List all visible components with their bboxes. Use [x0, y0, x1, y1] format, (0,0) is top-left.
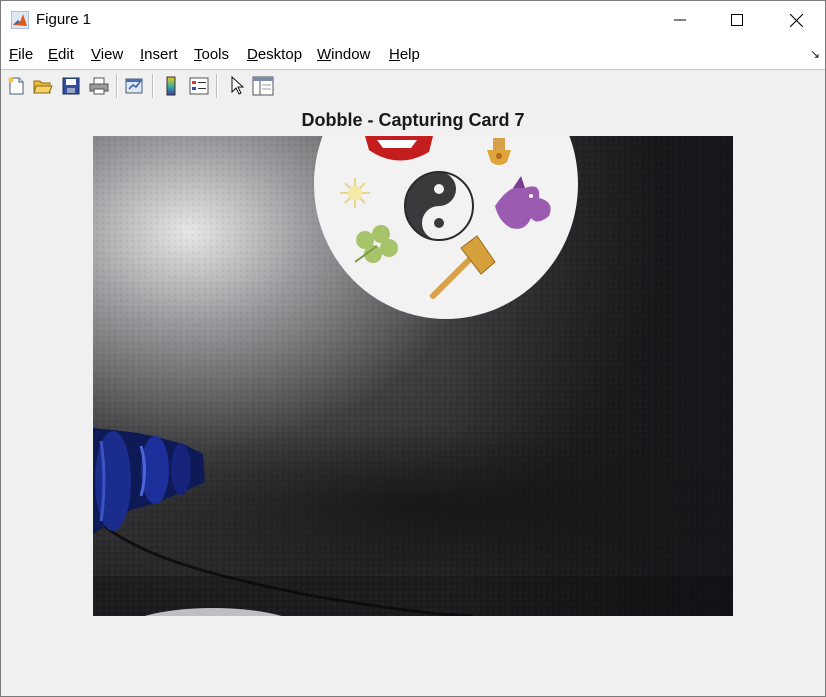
- menu-help[interactable]: Help: [389, 46, 420, 63]
- new-figure-button[interactable]: [5, 75, 27, 97]
- webcam-photo: [93, 136, 733, 616]
- print-button[interactable]: [88, 75, 110, 97]
- open-file-button[interactable]: [32, 75, 54, 97]
- menu-bar: File Edit View Insert Tools Desktop Wind…: [1, 39, 825, 69]
- menu-window[interactable]: Window: [317, 46, 370, 63]
- link-plot-icon: [125, 78, 143, 94]
- menu-insert[interactable]: Insert: [140, 46, 178, 63]
- title-bar: Figure 1: [1, 1, 825, 39]
- toolbar-separator: [152, 74, 154, 98]
- open-file-icon: [33, 80, 53, 94]
- close-icon: [789, 13, 803, 27]
- save-button[interactable]: [60, 75, 82, 97]
- save-icon: [62, 77, 80, 95]
- menu-tools[interactable]: Tools: [194, 46, 229, 63]
- menu-desktop[interactable]: Desktop: [247, 46, 302, 63]
- menu-file[interactable]: File: [9, 46, 33, 63]
- webcam-image: [93, 136, 733, 616]
- window-title: Figure 1: [36, 11, 92, 28]
- matlab-logo-icon: [10, 10, 30, 30]
- insert-legend-icon: [189, 77, 209, 95]
- new-figure-icon: [8, 77, 24, 95]
- menu-view[interactable]: View: [91, 46, 123, 63]
- link-plot-button[interactable]: [123, 75, 145, 97]
- maximize-icon: [731, 14, 743, 26]
- edit-plot-arrow-icon: [231, 76, 244, 95]
- insert-colorbar-button[interactable]: [160, 75, 182, 97]
- property-inspector-icon: [252, 76, 274, 96]
- figure-window: Figure 1 File Edit View Insert Tools Des…: [0, 0, 826, 697]
- insert-legend-button[interactable]: [188, 75, 210, 97]
- maximize-button[interactable]: [708, 1, 766, 39]
- close-button[interactable]: [767, 1, 825, 39]
- axes-title: Dobble - Capturing Card 7: [301, 110, 525, 130]
- insert-colorbar-icon: [166, 76, 176, 96]
- toolbar-separator: [116, 74, 118, 98]
- property-inspector-button[interactable]: [252, 75, 274, 97]
- minimize-icon: [674, 19, 686, 21]
- minimize-button[interactable]: [651, 1, 709, 39]
- dock-arrow-icon[interactable]: ↘: [810, 47, 820, 61]
- menu-edit[interactable]: Edit: [48, 46, 74, 63]
- toolbar-separator: [216, 74, 218, 98]
- toolbar: [1, 69, 825, 104]
- edit-plot-button[interactable]: [226, 75, 248, 97]
- print-icon: [89, 77, 109, 95]
- figure-canvas: Dobble - Capturing Card 7: [1, 103, 825, 696]
- yin-yang-symbol: [404, 171, 474, 241]
